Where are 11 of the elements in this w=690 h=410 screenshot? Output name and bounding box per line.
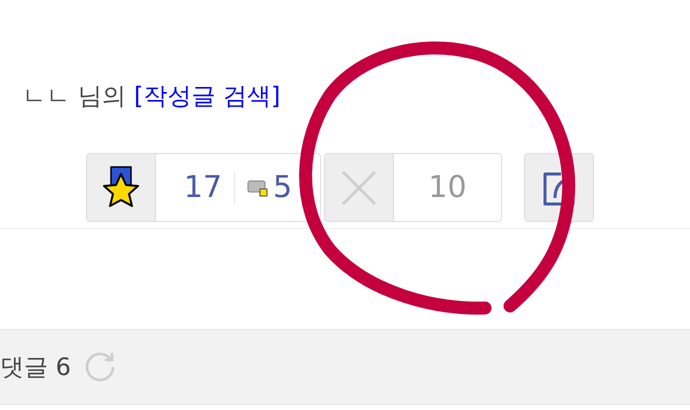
close-icon <box>340 168 378 206</box>
recommend-count: 17 <box>184 169 222 207</box>
sub-count: 5 <box>273 169 292 207</box>
recommend-button[interactable] <box>87 154 155 221</box>
author-suffix: 님의 <box>78 81 126 112</box>
dislike-count: 10 <box>428 169 467 207</box>
post-search-link[interactable]: [작성글 검색] <box>134 78 280 114</box>
author-name: ㄴㄴ <box>22 81 70 112</box>
star-badge-icon <box>100 166 142 210</box>
comment-count[interactable]: 댓글 6 <box>0 349 71 385</box>
comment-badge-icon <box>247 178 270 196</box>
